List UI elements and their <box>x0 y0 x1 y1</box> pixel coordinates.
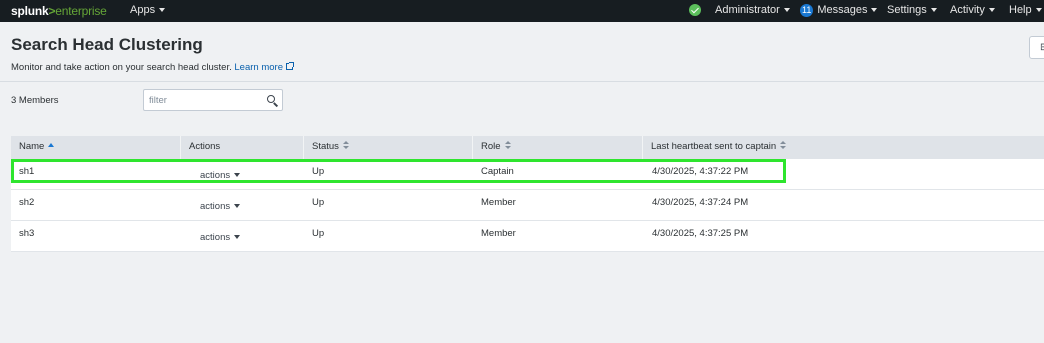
member-name: sh1 <box>19 166 35 177</box>
messages-menu[interactable]: 11 Messages <box>800 4 878 17</box>
member-status: Up <box>312 197 325 208</box>
activity-menu[interactable]: Activity <box>950 4 995 16</box>
member-name: sh2 <box>19 197 35 208</box>
settings-menu[interactable]: Settings <box>887 4 937 16</box>
column-header-status[interactable]: Status <box>304 136 473 159</box>
member-role: Member <box>481 228 516 239</box>
top-nav-bar: splunk>enterprise Apps Administrator 11 M… <box>0 0 1044 22</box>
chevron-down-icon <box>871 8 878 12</box>
documentation-button[interactable]: ⊟ <box>1029 36 1044 59</box>
chevron-down-icon <box>988 8 995 12</box>
actions-label: actions <box>200 170 231 181</box>
member-name: sh3 <box>19 228 35 239</box>
members-count: 3 Members <box>11 95 59 106</box>
actions-label: actions <box>200 201 231 212</box>
member-heartbeat: 4/30/2025, 4:37:24 PM <box>652 197 749 208</box>
column-header-actions: Actions <box>181 136 304 159</box>
table-row: sh2 actions Up Member 4/30/2025, 4:37:24… <box>11 190 1044 221</box>
sort-icon <box>504 141 511 150</box>
chevron-down-icon <box>234 204 241 208</box>
table-row: sh3 actions Up Member 4/30/2025, 4:37:25… <box>11 221 1044 252</box>
column-header-label: Role <box>481 141 501 152</box>
column-header-label: Actions <box>189 141 221 152</box>
column-header-label: Status <box>312 141 339 152</box>
table-row: sh1 actions Up Captain 4/30/2025, 4:37:2… <box>11 159 1044 190</box>
splunk-logo[interactable]: splunk>enterprise <box>11 4 107 18</box>
actions-label: actions <box>200 232 231 243</box>
chevron-down-icon <box>783 8 790 12</box>
actions-dropdown[interactable]: actions <box>200 197 241 212</box>
member-heartbeat: 4/30/2025, 4:37:25 PM <box>652 228 749 239</box>
members-table: Name Actions Status Role Last heartbeat … <box>11 136 1044 252</box>
apps-menu-label: Apps <box>130 4 156 16</box>
column-header-label: Name <box>19 141 45 152</box>
learn-more-link[interactable]: Learn more <box>234 62 294 73</box>
sort-ascending-icon <box>48 143 55 147</box>
sort-icon <box>342 141 349 150</box>
page-title: Search Head Clustering <box>11 35 203 54</box>
column-header-name[interactable]: Name <box>11 136 181 159</box>
filter-box <box>143 89 283 111</box>
member-heartbeat: 4/30/2025, 4:37:22 PM <box>652 166 749 177</box>
column-header-role[interactable]: Role <box>473 136 643 159</box>
external-link-icon <box>285 62 294 70</box>
member-status: Up <box>312 166 325 177</box>
actions-dropdown[interactable]: actions <box>200 228 241 243</box>
messages-count-badge: 11 <box>800 4 814 17</box>
activity-menu-label: Activity <box>950 4 985 16</box>
page-description: Monitor and take action on your search h… <box>11 62 294 73</box>
chevron-down-icon <box>1035 8 1042 12</box>
messages-menu-label: Messages <box>817 4 868 16</box>
column-header-heartbeat[interactable]: Last heartbeat sent to captain <box>643 136 1044 159</box>
table-header: Name Actions Status Role Last heartbeat … <box>11 136 1044 159</box>
user-menu[interactable]: Administrator <box>715 4 790 16</box>
check-circle-icon[interactable] <box>689 4 701 16</box>
column-header-label: Last heartbeat sent to captain <box>651 141 777 152</box>
page-description-text: Monitor and take action on your search h… <box>11 62 232 73</box>
search-icon[interactable] <box>267 95 275 103</box>
chevron-down-icon <box>159 8 166 12</box>
chevron-down-icon <box>234 173 241 177</box>
chevron-down-icon <box>234 235 241 239</box>
help-menu-label: Help <box>1009 4 1032 16</box>
header-divider <box>0 81 1044 82</box>
apps-menu[interactable]: Apps <box>130 4 166 16</box>
learn-more-label: Learn more <box>234 62 283 73</box>
member-role: Member <box>481 197 516 208</box>
help-menu[interactable]: Help <box>1009 4 1042 16</box>
member-role: Captain <box>481 166 514 177</box>
actions-dropdown[interactable]: actions <box>200 166 241 181</box>
filter-input[interactable] <box>144 90 259 111</box>
sort-icon <box>780 141 787 150</box>
user-menu-label: Administrator <box>715 4 780 16</box>
settings-menu-label: Settings <box>887 4 927 16</box>
member-status: Up <box>312 228 325 239</box>
chevron-down-icon <box>930 8 937 12</box>
